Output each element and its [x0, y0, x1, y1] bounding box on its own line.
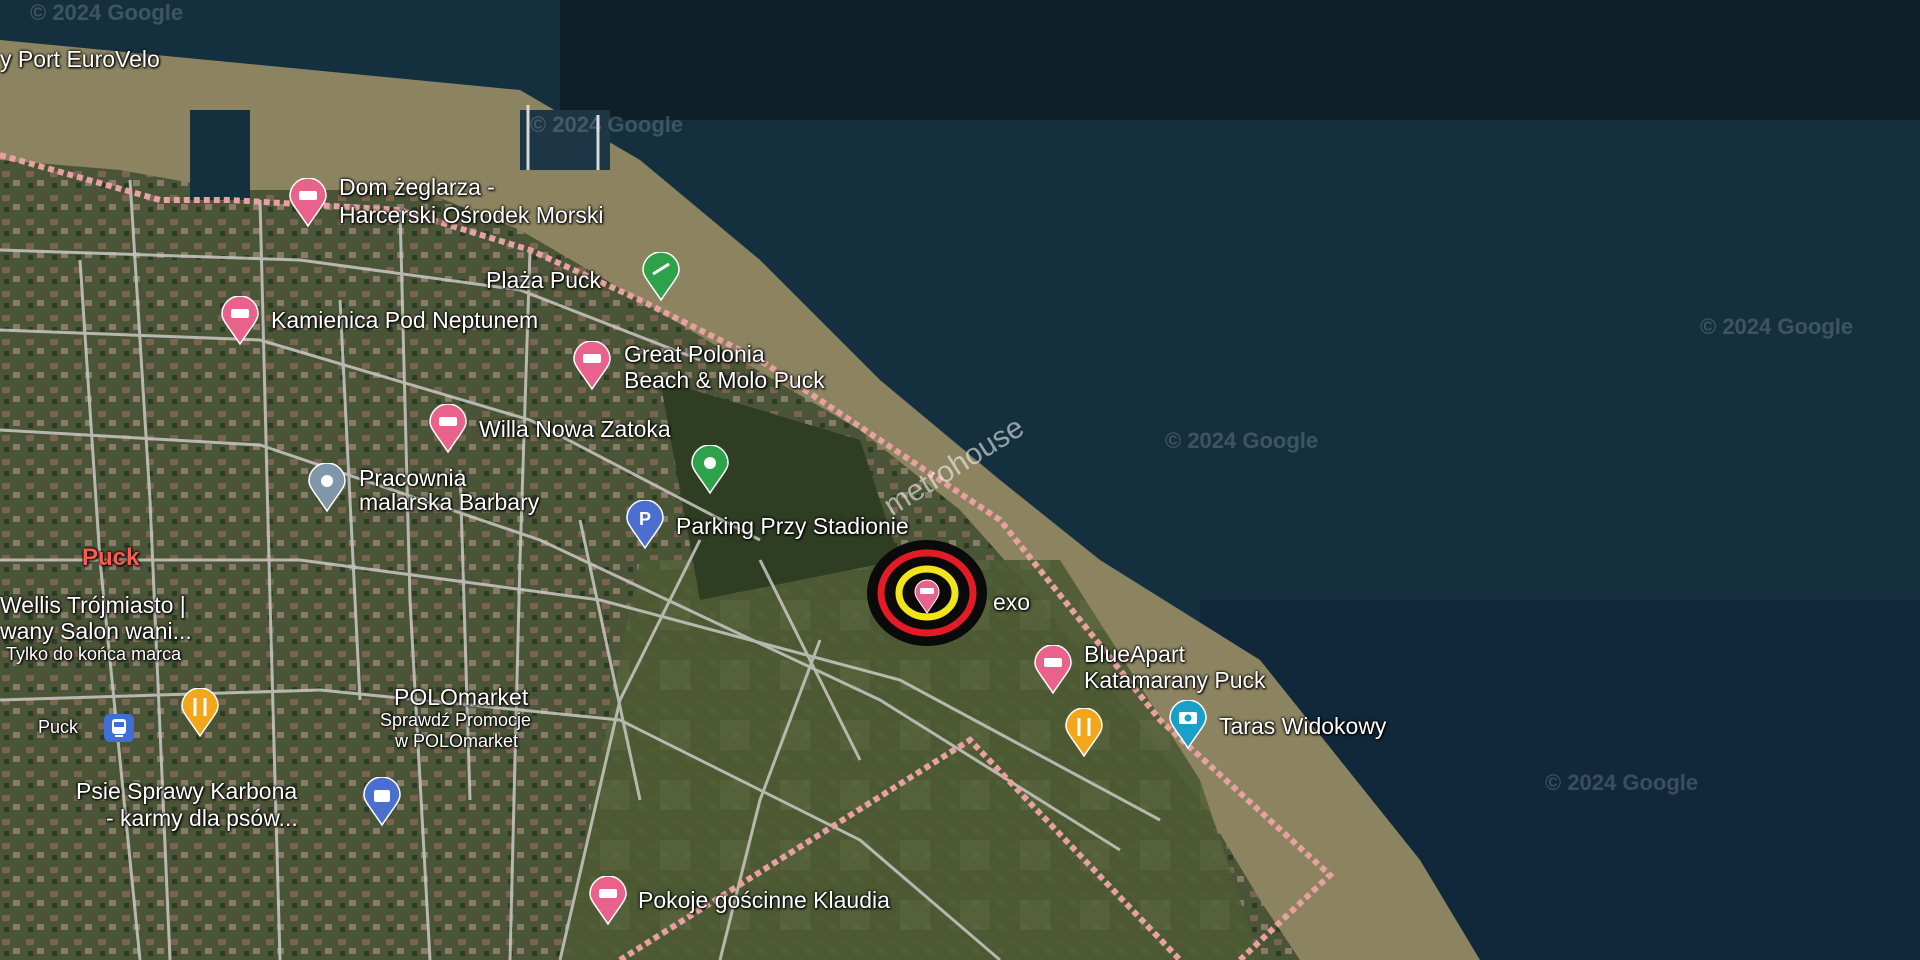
place-label[interactable]: POLOmarket: [394, 685, 528, 709]
viewpoint-pin-icon[interactable]: [1168, 700, 1208, 750]
station-label[interactable]: Puck: [38, 717, 78, 737]
train-station-icon[interactable]: [104, 714, 134, 742]
google-watermark: © 2024 Google: [1165, 428, 1319, 453]
place-label[interactable]: Psie Sprawy Karbona: [76, 779, 297, 803]
place-sublabel: Tylko do końca marca: [6, 644, 182, 664]
target-marker-icon[interactable]: [864, 537, 990, 649]
place-label[interactable]: BlueApart: [1084, 642, 1185, 666]
place-label[interactable]: exo: [993, 590, 1030, 614]
place-label[interactable]: Willa Nowa Zatoka: [479, 417, 671, 441]
place-label[interactable]: Kamienica Pod Neptunem: [271, 308, 538, 332]
hotel-pin-icon[interactable]: [1033, 645, 1073, 695]
place-label[interactable]: Plaża Puck: [486, 268, 601, 292]
place-label[interactable]: wany Salon wani...: [0, 619, 192, 643]
google-watermark: © 2024 Google: [1700, 314, 1854, 339]
place-label[interactable]: - karmy dla psów...: [106, 806, 298, 830]
place-pin-icon[interactable]: [690, 445, 730, 495]
place-label[interactable]: Harcerski Ośrodek Morski: [339, 203, 604, 227]
place-label[interactable]: Pokoje gościnne Klaudia: [638, 888, 890, 912]
satellite-map[interactable]: © 2024 Google © 2024 Google © 2024 Googl…: [0, 0, 1920, 960]
parking-pin-icon[interactable]: P: [625, 500, 665, 550]
hotel-pin-icon[interactable]: [572, 341, 612, 391]
hotel-pin-icon[interactable]: [220, 296, 260, 346]
place-pin-icon[interactable]: [307, 463, 347, 513]
place-label[interactable]: Beach & Molo Puck: [624, 368, 825, 392]
place-label[interactable]: Great Polonia: [624, 342, 765, 366]
place-label[interactable]: Wellis Trójmiasto |: [0, 593, 186, 617]
place-label[interactable]: y Port EuroVelo: [0, 47, 160, 71]
place-label[interactable]: Dom żeglarza -: [339, 175, 495, 199]
place-label[interactable]: malarska Barbary: [359, 490, 539, 514]
hotel-pin-icon[interactable]: [428, 404, 468, 454]
restaurant-pin-icon[interactable]: [180, 688, 220, 738]
place-label[interactable]: Parking Przy Stadionie: [676, 514, 909, 538]
hotel-pin-icon[interactable]: [588, 876, 628, 926]
restaurant-pin-icon[interactable]: [1064, 708, 1104, 758]
place-sublabel: w POLOmarket: [395, 731, 519, 751]
hotel-pin-icon[interactable]: [288, 178, 328, 228]
city-label[interactable]: Puck: [82, 546, 139, 570]
place-label[interactable]: Taras Widokowy: [1219, 714, 1386, 738]
svg-text:P: P: [639, 509, 651, 529]
google-watermark: © 2024 Google: [1545, 770, 1699, 795]
google-watermark: © 2024 Google: [530, 112, 684, 137]
shopping-pin-icon[interactable]: [362, 777, 402, 827]
place-label[interactable]: Katamarany Puck: [1084, 668, 1266, 692]
place-sublabel: Sprawdź Promocje: [380, 710, 532, 730]
google-watermark: © 2024 Google: [30, 0, 184, 25]
place-label[interactable]: Pracownia: [359, 466, 466, 490]
beach-pin-icon[interactable]: [641, 252, 681, 302]
